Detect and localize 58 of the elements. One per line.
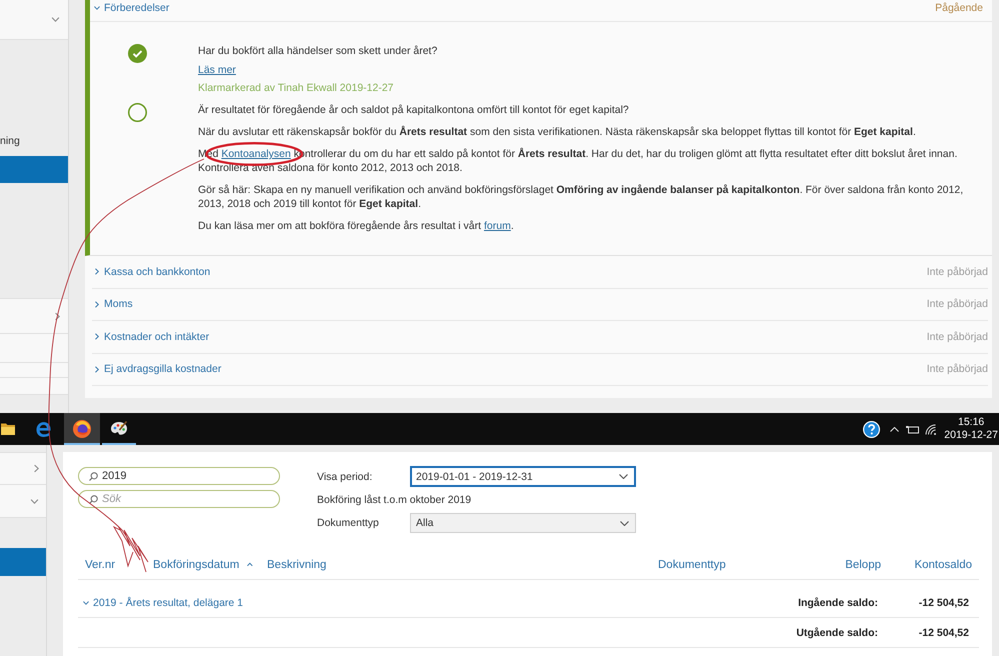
balance-label: Utgående saldo: [795,626,879,638]
caret-down-icon [620,520,629,526]
dropdown[interactable]: Alla [410,513,636,533]
check-circle-icon[interactable] [128,44,147,63]
balance-value: -12 504,52 [918,626,970,638]
column-header[interactable]: Dokumenttyp [651,558,790,570]
balance-label: Ingående saldo: [797,596,879,608]
status-label: Pågående [935,1,983,15]
column-header[interactable]: Beskrivning [260,558,651,570]
empty-circle-icon[interactable] [128,103,147,122]
column-header[interactable]: Bokföringsdatum [146,558,260,570]
inline-link[interactable]: forum [484,220,511,232]
chevron-right-icon[interactable] [95,300,99,308]
search-icon [89,494,98,504]
column-header[interactable]: Ver.nr [78,558,146,570]
folder-icon [1,423,15,435]
lock-note: Bokföring låst t.o.m oktober 2019 [317,494,472,506]
task-question: Är resultatet för föregående år och saldot på kapitalkontona omfört till kontot för eget kapital? [198,103,630,117]
clock-time[interactable]: 15:16 [958,416,984,429]
battery-icon[interactable] [906,424,920,434]
section-title[interactable]: Förberedelser [104,1,170,15]
task-question: Har du bokfört alla händelser som skett under året? [198,44,438,58]
globe-logo-icon [73,420,91,438]
section-title[interactable]: Moms [104,297,133,312]
search-icon [89,472,98,480]
wifi-icon[interactable] [925,424,938,434]
status-label: Inte påbörjad [926,330,988,344]
status-label: Inte påbörjad [926,362,988,376]
caret-up-icon[interactable] [890,426,900,432]
info-paragraph: Du kan läsa mer om att bokföra föregående års resultat i vårt forum. [198,219,515,233]
read-more-link[interactable]: Läs mer [198,64,236,76]
search-field[interactable]: 2019 [78,467,280,485]
filter-label: Visa period: [317,470,374,482]
info-paragraph: Gör så här: Skapa en ny manuell verifikation och använd bokföringsförslaget Omföring av ingående balanser på kapitalkonton. För över saldona från konto 2012, 2013, 2018 och 2019 till kontot för Eget kapital. [198,183,964,211]
clock-date[interactable]: 2019-12-27 [944,429,998,442]
column-header[interactable]: Belopp [790,558,888,570]
section-title[interactable]: Kassa och bankkonton [104,264,210,279]
caret-down-icon [619,474,628,479]
chevron-right-icon[interactable] [95,268,99,276]
section-title[interactable]: Kostnader och intäkter [104,330,210,344]
filter-label: Dokumenttyp [317,517,380,529]
nav-item[interactable]: ning [0,130,68,152]
dropdown[interactable]: 2019-01-01 - 2019-12-31 [410,466,636,487]
help-icon[interactable] [863,420,880,438]
status-label: Inte påbörjad [926,297,988,312]
balance-value: -12 504,52 [918,596,970,608]
section-title[interactable]: Ej avdragsgilla kostnader [104,362,222,376]
chevron-right-icon[interactable] [95,366,99,373]
taskbar-button[interactable] [64,413,100,445]
e-logo-icon [34,420,52,438]
group-toggle[interactable]: 2019 - Årets resultat, delägare 1 [83,596,244,608]
chevron-right-icon[interactable] [95,333,99,340]
completion-note: Klarmarkerad av Tinah Ekwall 2019-12-27 [198,81,395,95]
chevron-down-icon[interactable] [94,6,100,10]
search-field[interactable]: Sök [78,490,280,508]
info-paragraph: När du avslutar ett räkenskapsår bokför du Årets resultat som den sista verifikationen. Nästa räkenskapsår ska beloppet flyttas till kontot för Eget kapital. [198,125,917,139]
status-label: Inte påbörjad [926,264,988,279]
column-header[interactable]: Kontosaldo [888,558,979,570]
